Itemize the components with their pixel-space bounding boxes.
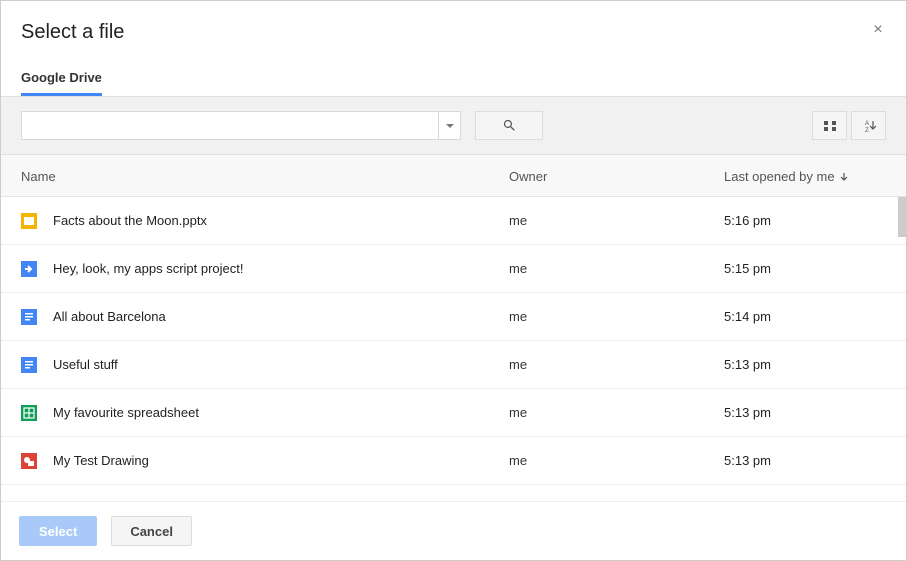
close-icon: ×	[873, 21, 882, 38]
file-list: Facts about the Moon.pptxme5:16 pmHey, l…	[1, 197, 906, 501]
file-name: Facts about the Moon.pptx	[53, 213, 509, 228]
select-button[interactable]: Select	[19, 516, 97, 546]
file-owner: me	[509, 357, 724, 372]
sheets-file-icon	[21, 405, 53, 421]
column-header-last-opened[interactable]: Last opened by me	[724, 169, 886, 184]
file-name: My favourite spreadsheet	[53, 405, 509, 420]
file-last-opened: 5:13 pm	[724, 453, 886, 468]
file-owner: me	[509, 309, 724, 324]
file-name: Useful stuff	[53, 357, 509, 372]
source-tabs: Google Drive	[1, 62, 906, 96]
search-icon	[502, 118, 517, 133]
docs-file-icon	[21, 309, 53, 325]
search-dropdown-button[interactable]	[439, 111, 461, 140]
sort-az-icon: A Z	[861, 119, 877, 133]
cancel-button[interactable]: Cancel	[111, 516, 192, 546]
file-name: All about Barcelona	[53, 309, 509, 324]
arrow-down-icon	[839, 172, 849, 182]
file-owner: me	[509, 405, 724, 420]
search-input[interactable]	[21, 111, 439, 140]
search-toolbar: A Z	[1, 96, 906, 155]
grid-view-button[interactable]	[812, 111, 847, 140]
file-owner: me	[509, 453, 724, 468]
file-last-opened: 5:15 pm	[724, 261, 886, 276]
search-button[interactable]	[475, 111, 543, 140]
file-last-opened: 5:13 pm	[724, 405, 886, 420]
file-picker-dialog: Select a file × Google Drive A Z	[0, 0, 907, 561]
column-header-last-opened-label: Last opened by me	[724, 169, 835, 184]
file-last-opened: 5:13 pm	[724, 357, 886, 372]
grid-icon	[823, 119, 837, 133]
scrollbar-thumb[interactable]	[898, 197, 906, 237]
file-name: My Test Drawing	[53, 453, 509, 468]
close-button[interactable]: ×	[870, 23, 886, 39]
column-headers: Name Owner Last opened by me	[1, 155, 906, 197]
file-row[interactable]: My Test Drawingme5:13 pm	[1, 437, 906, 485]
search-wrap	[21, 111, 461, 140]
caret-down-icon	[446, 122, 454, 130]
file-row[interactable]: Facts about the Moon.pptxme5:16 pm	[1, 197, 906, 245]
file-name: Hey, look, my apps script project!	[53, 261, 509, 276]
dialog-title: Select a file	[21, 21, 886, 44]
file-row[interactable]: Useful stuffme5:13 pm	[1, 341, 906, 389]
file-owner: me	[509, 213, 724, 228]
file-owner: me	[509, 261, 724, 276]
script-file-icon	[21, 261, 53, 277]
file-row[interactable]: Hey, look, my apps script project!me5:15…	[1, 245, 906, 293]
docs-file-icon	[21, 357, 53, 373]
column-header-name[interactable]: Name	[21, 169, 509, 184]
dialog-footer: Select Cancel	[1, 501, 906, 560]
slides-file-icon	[21, 213, 53, 229]
dialog-header: Select a file ×	[1, 1, 906, 62]
tab-google-drive[interactable]: Google Drive	[21, 62, 102, 96]
file-row[interactable]: My favourite spreadsheetme5:13 pm	[1, 389, 906, 437]
column-header-owner[interactable]: Owner	[509, 169, 724, 184]
sort-az-button[interactable]: A Z	[851, 111, 886, 140]
svg-text:Z: Z	[865, 128, 869, 133]
drawing-file-icon	[21, 453, 53, 469]
file-row[interactable]: All about Barceloname5:14 pm	[1, 293, 906, 341]
file-last-opened: 5:14 pm	[724, 309, 886, 324]
file-last-opened: 5:16 pm	[724, 213, 886, 228]
svg-text:A: A	[865, 121, 869, 127]
